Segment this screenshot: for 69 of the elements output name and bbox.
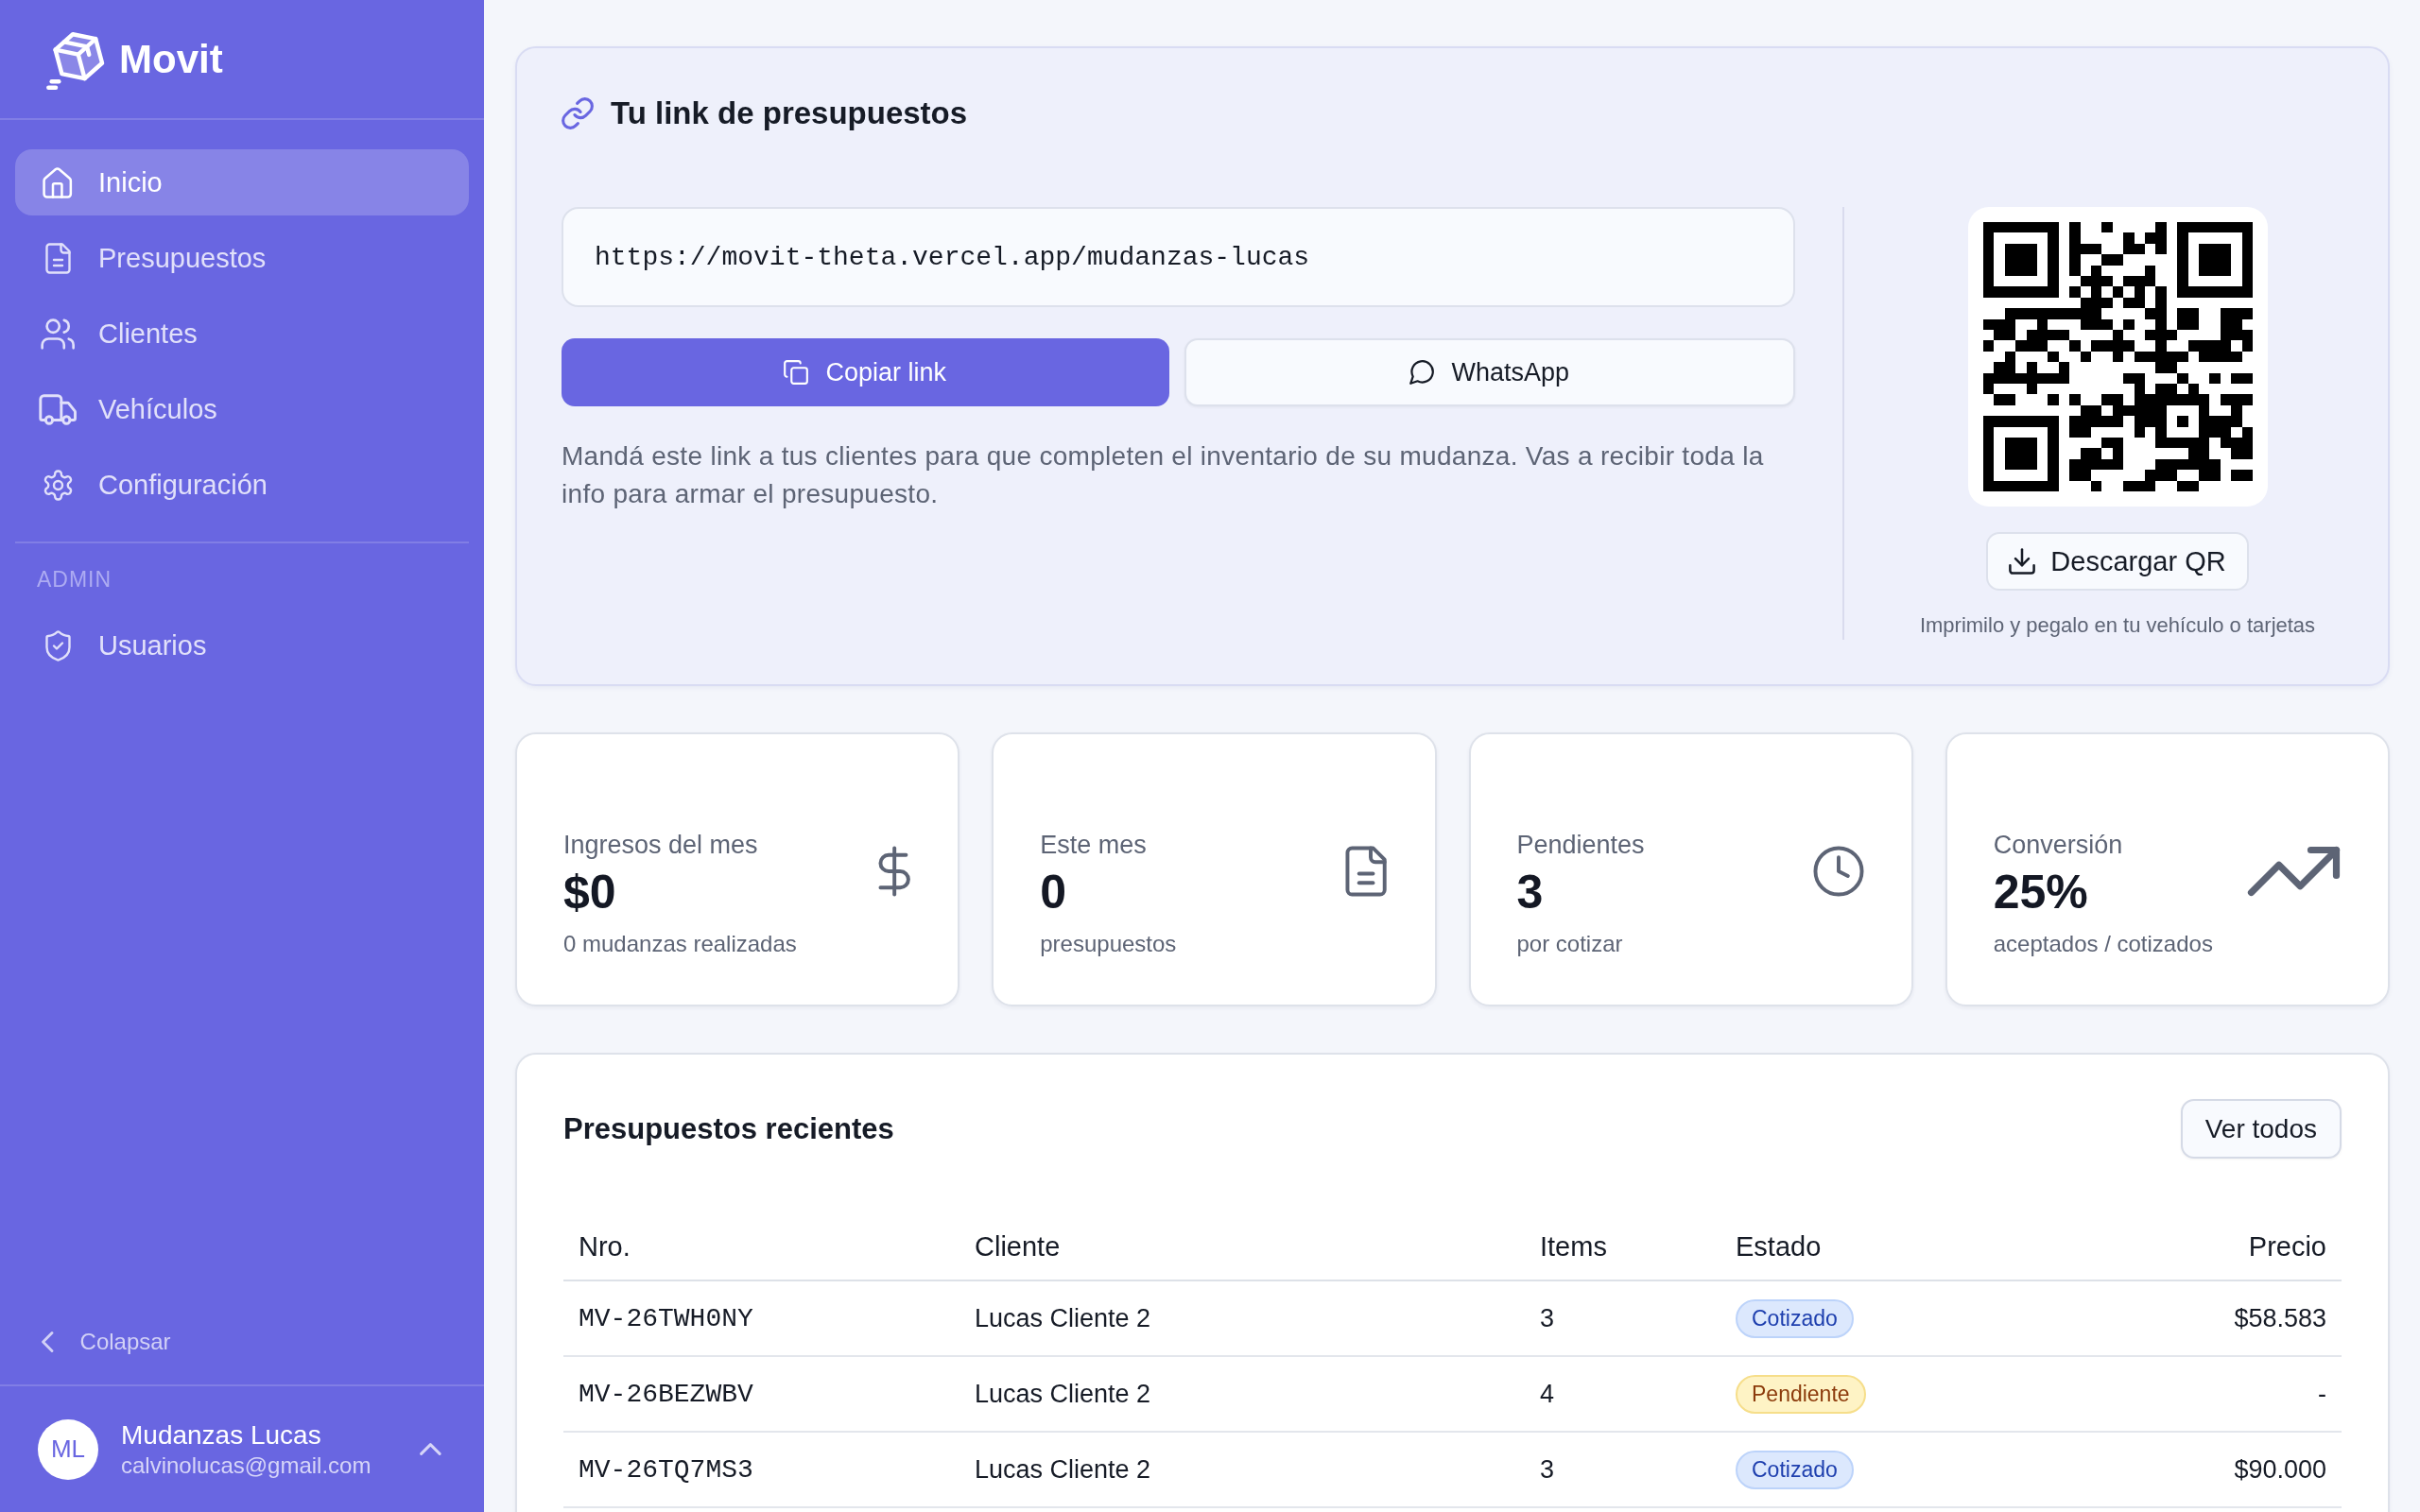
settings-icon (42, 469, 74, 501)
nav-item[interactable]: Vehículos (15, 376, 469, 442)
status-badge: Cotizado (1736, 1298, 1854, 1338)
section-title: Tu link de presupuestos (611, 95, 968, 131)
table-cell: $90.000 (2099, 1432, 2342, 1507)
column-header: Precio (2099, 1213, 2342, 1280)
view-all-button[interactable]: Ver todos (2180, 1099, 2342, 1159)
chevron-up-icon[interactable] (420, 1443, 441, 1455)
stat-label: Conversión (1993, 830, 2123, 861)
home-icon (43, 166, 73, 198)
stat-label: Este mes (1040, 830, 1147, 861)
url-field[interactable]: https://movit-theta.vercel.app/mudanzas-lucas (562, 207, 1795, 307)
avatar: ML (38, 1418, 98, 1480)
link-icon (562, 97, 594, 129)
stat-note: presupuestos (1040, 930, 1177, 958)
nav-item[interactable]: Configuración (15, 452, 469, 518)
speech-bubble-icon (1409, 360, 1435, 385)
table-cell: - (2099, 1356, 2342, 1432)
column-header: Nro. (563, 1213, 959, 1280)
nav-item[interactable]: Usuarios (15, 612, 469, 679)
stat-value: 25% (1993, 865, 2088, 920)
section-title: Presupuestos recientes (563, 1111, 894, 1146)
stat-value: 3 (1516, 865, 1544, 920)
dollar-icon (877, 846, 911, 897)
stat-note: 0 mudanzas realizadas (563, 930, 797, 958)
stat-label: Pendientes (1516, 830, 1645, 861)
table-cell: 4 (1525, 1356, 1720, 1432)
table-cell: MV-26BEZWBV (563, 1356, 959, 1432)
nav-item[interactable]: Inicio (15, 149, 469, 215)
chevron-left-icon (42, 1332, 54, 1352)
stat-value: 0 (1040, 865, 1067, 920)
stat-label: Ingresos del mes (563, 830, 758, 861)
stat-note: aceptados / cotizados (1993, 930, 2213, 958)
clock-icon (1812, 846, 1864, 897)
description-text: Mandá este link a tus clientes para que completen el inventario de su mudanza. Vas a recibir toda la info para armar el presupuesto. (562, 440, 1765, 510)
user-email: calvinolucas@gmail.com (121, 1451, 372, 1480)
section-heading: ADMIN (37, 567, 112, 592)
table-cell: Lucas Cliente 2 (959, 1280, 1525, 1356)
status-badge: Cotizado (1736, 1450, 1854, 1489)
shield-check-icon (44, 629, 71, 662)
table-cell: $58.583 (2099, 1280, 2342, 1356)
column-header: Cliente (959, 1213, 1525, 1280)
table-cell: Lucas Cliente 2 (959, 1432, 1525, 1507)
download-icon (2009, 548, 2036, 575)
table-cell: 3 (1525, 1280, 1720, 1356)
qr-caption: Imprimilo y pegalo en tu vehículo o tarjetas (1919, 612, 2316, 639)
share-button[interactable]: WhatsApp (1184, 338, 1795, 406)
table-cell: Lucas Cliente 2 (959, 1356, 1525, 1432)
document-icon (1345, 846, 1388, 897)
trend-up-icon (2247, 846, 2341, 897)
collapse-button[interactable]: Colapsar (42, 1323, 171, 1361)
table-cell: 3 (1525, 1432, 1720, 1507)
stat-note: por cotizar (1516, 930, 1623, 958)
table-cell: MV-26TWH0NY (563, 1280, 959, 1356)
brand-name: Movit (119, 39, 223, 79)
column-header: Estado (1720, 1213, 2099, 1280)
stat-value: $0 (563, 865, 616, 920)
nav-item[interactable]: Presupuestos (15, 225, 469, 291)
truck-icon (38, 393, 78, 425)
download-qr-button[interactable]: Descargar QR (1986, 532, 2249, 591)
nav-item[interactable]: Clientes (15, 301, 469, 367)
user-name: Mudanzas Lucas (121, 1418, 321, 1452)
users-icon (40, 318, 76, 350)
copy-icon (784, 360, 809, 385)
status-badge: Pendiente (1736, 1374, 1866, 1414)
table-cell: MV-26TQ7MS3 (563, 1432, 959, 1507)
document-icon (44, 242, 71, 274)
column-header: Items (1525, 1213, 1720, 1280)
copy-link-button[interactable]: Copiar link (562, 338, 1169, 406)
